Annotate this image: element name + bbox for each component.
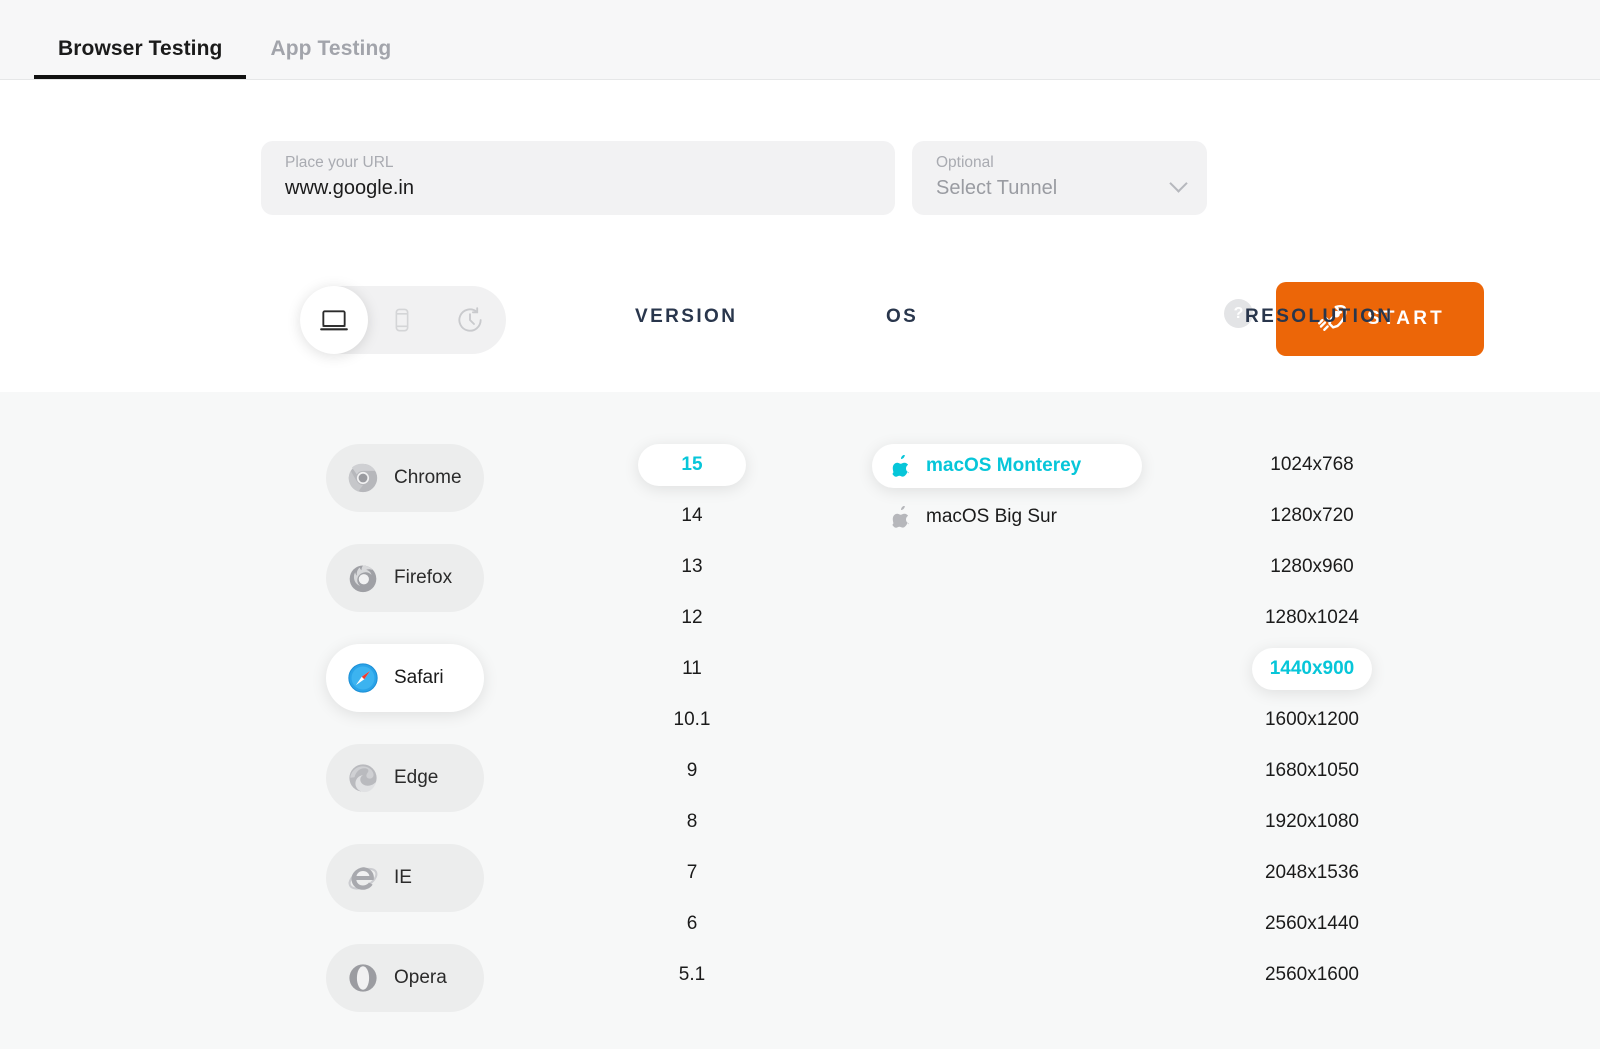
resolution-item[interactable]: 1280x720 xyxy=(1252,495,1372,537)
opera-icon xyxy=(346,961,380,995)
version-item[interactable]: 15 xyxy=(638,444,746,486)
url-input-value: www.google.in xyxy=(285,177,414,199)
version-item[interactable]: 5.1 xyxy=(638,954,746,996)
tab-list: Browser Testing App Testing xyxy=(34,37,415,79)
browser-testing-page: Browser Testing App Testing Place your U… xyxy=(0,0,1600,1049)
url-input-label: Place your URL xyxy=(285,154,394,171)
os-item-macos-big-sur[interactable]: macOS Big Sur xyxy=(872,495,1142,539)
tunnel-select-label: Optional xyxy=(936,154,994,171)
top-tab-bar: Browser Testing App Testing xyxy=(0,0,1600,80)
ie-icon xyxy=(346,861,380,895)
browser-item-chrome[interactable]: Chrome xyxy=(326,444,484,512)
browser-item-label: Chrome xyxy=(394,467,462,488)
resolution-item[interactable]: 2560x1440 xyxy=(1252,903,1372,945)
version-list: 15 14 13 12 11 10.1 9 8 7 6 5.1 xyxy=(617,444,767,1005)
tunnel-select-value: Select Tunnel xyxy=(936,177,1058,199)
chrome-icon xyxy=(346,461,380,495)
version-item[interactable]: 6 xyxy=(638,903,746,945)
browser-item-label: Safari xyxy=(394,667,444,688)
resolution-item[interactable]: 1600x1200 xyxy=(1252,699,1372,741)
resolution-item[interactable]: 1680x1050 xyxy=(1252,750,1372,792)
toolbar-row: VERSION OS RESOLUTION xyxy=(0,286,1600,356)
controls-row: Place your URL www.google.in Optional Se… xyxy=(0,141,1600,356)
browser-item-firefox[interactable]: Firefox xyxy=(326,544,484,612)
mobile-icon xyxy=(387,305,417,335)
resolution-item[interactable]: 1440x900 xyxy=(1252,648,1372,690)
device-type-toggle xyxy=(300,286,506,354)
version-item[interactable]: 9 xyxy=(638,750,746,792)
browser-list: Chrome Firefox Safari Edge IE Opera xyxy=(326,444,486,1044)
selection-panel: Chrome Firefox Safari Edge IE Opera 15 1… xyxy=(0,392,1600,1049)
browser-item-safari[interactable]: Safari xyxy=(326,644,484,712)
resolution-item[interactable]: 1920x1080 xyxy=(1252,801,1372,843)
os-list: macOS Monterey macOS Big Sur xyxy=(872,444,1142,546)
history-icon xyxy=(454,304,486,336)
resolution-item[interactable]: 1024x768 xyxy=(1252,444,1372,486)
desktop-icon xyxy=(318,304,350,336)
version-item[interactable]: 14 xyxy=(638,495,746,537)
version-item[interactable]: 10.1 xyxy=(638,699,746,741)
device-toggle-history[interactable] xyxy=(436,286,504,354)
browser-item-ie[interactable]: IE xyxy=(326,844,484,912)
browser-item-edge[interactable]: Edge xyxy=(326,744,484,812)
safari-icon xyxy=(346,661,380,695)
version-item[interactable]: 11 xyxy=(638,648,746,690)
tunnel-select[interactable]: Optional Select Tunnel xyxy=(912,141,1207,215)
browser-item-opera[interactable]: Opera xyxy=(326,944,484,1012)
resolution-item[interactable]: 1280x1024 xyxy=(1252,597,1372,639)
device-toggle-mobile[interactable] xyxy=(368,286,436,354)
device-toggle-desktop[interactable] xyxy=(300,286,368,354)
resolution-list: 1024x768 1280x720 1280x960 1280x1024 144… xyxy=(1222,444,1402,1005)
column-header-resolution: RESOLUTION xyxy=(1245,306,1394,327)
tab-browser-testing[interactable]: Browser Testing xyxy=(34,37,247,79)
edge-icon xyxy=(346,761,380,795)
url-input[interactable]: Place your URL www.google.in xyxy=(261,141,895,215)
version-item[interactable]: 7 xyxy=(638,852,746,894)
version-item[interactable]: 12 xyxy=(638,597,746,639)
apple-icon xyxy=(892,506,912,528)
apple-icon xyxy=(892,455,912,477)
version-item[interactable]: 8 xyxy=(638,801,746,843)
resolution-item[interactable]: 1280x960 xyxy=(1252,546,1372,588)
column-header-version: VERSION xyxy=(635,306,738,327)
firefox-icon xyxy=(346,561,380,595)
os-item-label: macOS Monterey xyxy=(926,455,1082,476)
os-item-macos-monterey[interactable]: macOS Monterey xyxy=(872,444,1142,488)
resolution-item[interactable]: 2560x1600 xyxy=(1252,954,1372,996)
browser-item-label: Edge xyxy=(394,767,439,788)
resolution-item[interactable]: 2048x1536 xyxy=(1252,852,1372,894)
tab-app-testing[interactable]: App Testing xyxy=(246,37,415,79)
version-item[interactable]: 13 xyxy=(638,546,746,588)
column-header-os: OS xyxy=(886,306,919,327)
os-item-label: macOS Big Sur xyxy=(926,506,1057,527)
browser-item-label: Opera xyxy=(394,967,447,988)
browser-item-label: Firefox xyxy=(394,567,453,588)
browser-item-label: IE xyxy=(394,867,412,888)
